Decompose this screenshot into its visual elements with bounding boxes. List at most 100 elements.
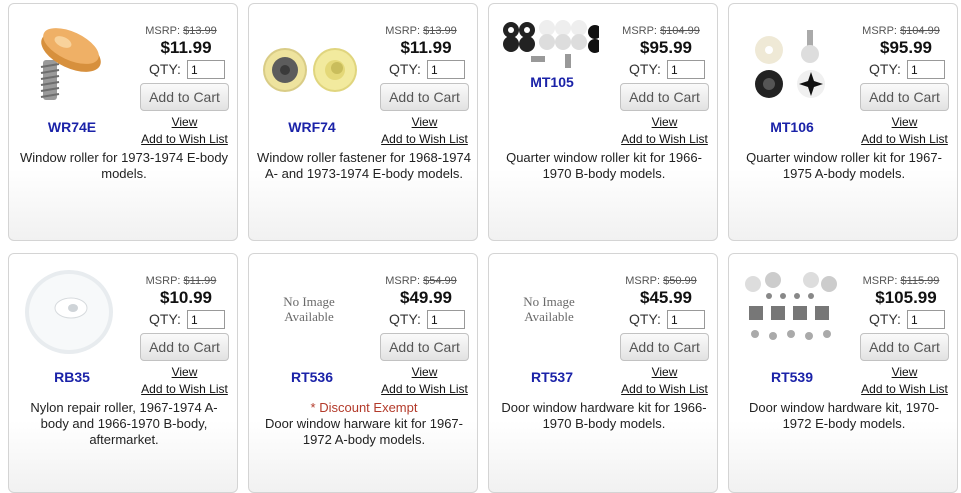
- qty-label: QTY:: [869, 61, 901, 77]
- price: $11.99: [160, 38, 212, 57]
- msrp-value: $104.99: [900, 25, 940, 37]
- product-description: Door window hardware kit, 1970-1972 E-bo…: [748, 400, 940, 431]
- msrp-value: $50.99: [663, 275, 697, 287]
- product-image[interactable]: No Image Available: [499, 262, 599, 362]
- product-card: No Image Available RT536 MSRP: $54.99 $4…: [248, 253, 478, 493]
- price: $95.99: [880, 38, 932, 57]
- product-sku-link[interactable]: RT536: [253, 369, 371, 385]
- product-card: WR74E MSRP: $13.99 $11.99 QTY: Add to Ca…: [8, 3, 238, 241]
- product-sku-link[interactable]: RB35: [13, 369, 131, 385]
- product-image[interactable]: [499, 10, 602, 72]
- view-link[interactable]: View: [860, 115, 949, 129]
- view-link[interactable]: View: [860, 365, 949, 379]
- add-to-cart-button[interactable]: Add to Cart: [380, 83, 469, 111]
- add-to-wish-list-link[interactable]: Add to Wish List: [612, 382, 717, 396]
- product-card: MT106 MSRP: $104.99 $95.99 QTY: Add to C…: [728, 3, 958, 241]
- qty-input[interactable]: [427, 310, 465, 329]
- qty-label: QTY:: [629, 61, 661, 77]
- nylon-roller-icon: [25, 270, 113, 354]
- add-to-cart-button[interactable]: Add to Cart: [140, 83, 229, 111]
- qty-input[interactable]: [907, 60, 945, 79]
- product-image[interactable]: No Image Available: [259, 262, 359, 362]
- add-to-cart-button[interactable]: Add to Cart: [140, 333, 229, 361]
- view-link[interactable]: View: [620, 365, 709, 379]
- msrp: MSRP: $104.99: [622, 25, 700, 37]
- product-sku-link[interactable]: WR74E: [13, 119, 131, 135]
- msrp: MSRP: $13.99: [145, 25, 217, 37]
- product-card: RT539 MSRP: $115.99 $105.99 QTY: Add to …: [728, 253, 958, 493]
- product-sku-link[interactable]: RT537: [493, 369, 611, 385]
- msrp: MSRP: $115.99: [862, 275, 940, 287]
- product-description: Quarter window roller kit for 1967-1975 …: [746, 150, 942, 181]
- add-to-cart-button[interactable]: Add to Cart: [860, 333, 949, 361]
- no-image-placeholder: No Image Available: [523, 294, 575, 324]
- product-card: MT105 MSRP: $104.99 $95.99 QTY: Add to C…: [488, 3, 718, 241]
- add-to-wish-list-link[interactable]: Add to Wish List: [132, 132, 237, 146]
- product-image[interactable]: [19, 262, 119, 362]
- msrp: MSRP: $54.99: [385, 275, 457, 287]
- product-description: Nylon repair roller, 1967-1974 A-body an…: [30, 400, 218, 447]
- product-image[interactable]: [739, 262, 839, 362]
- product-sku-link[interactable]: MT105: [493, 74, 611, 90]
- product-card: WRF74 MSRP: $13.99 $11.99 QTY: Add to Ca…: [248, 3, 478, 241]
- msrp: MSRP: $13.99: [385, 25, 457, 37]
- msrp: MSRP: $50.99: [625, 275, 697, 287]
- add-to-wish-list-link[interactable]: Add to Wish List: [132, 382, 237, 396]
- qty-label: QTY:: [149, 61, 181, 77]
- product-image[interactable]: [259, 12, 359, 112]
- price: $11.99: [400, 38, 452, 57]
- roller-icon: [40, 28, 101, 100]
- qty-input[interactable]: [667, 310, 705, 329]
- product-card: RB35 MSRP: $11.99 $10.99 QTY: Add to Car…: [8, 253, 238, 493]
- add-to-wish-list-link[interactable]: Add to Wish List: [372, 382, 477, 396]
- qty-label: QTY:: [389, 311, 421, 327]
- add-to-wish-list-link[interactable]: Add to Wish List: [852, 382, 957, 396]
- view-link[interactable]: View: [620, 115, 709, 129]
- add-to-wish-list-link[interactable]: Add to Wish List: [612, 132, 717, 146]
- product-card: No Image Available RT537 MSRP: $50.99 $4…: [488, 253, 718, 493]
- product-description: Door window harware kit for 1967-1972 A-…: [265, 416, 463, 447]
- product-description: Door window hardware kit for 1966-1970 B…: [501, 400, 707, 431]
- qty-label: QTY:: [389, 61, 421, 77]
- qty-input[interactable]: [427, 60, 465, 79]
- view-link[interactable]: View: [140, 115, 229, 129]
- kit-icon: [755, 30, 825, 98]
- product-grid: WR74E MSRP: $13.99 $11.99 QTY: Add to Ca…: [0, 0, 961, 493]
- product-sku-link[interactable]: WRF74: [253, 119, 371, 135]
- price: $45.99: [640, 288, 692, 307]
- qty-input[interactable]: [187, 310, 225, 329]
- add-to-cart-button[interactable]: Add to Cart: [620, 83, 709, 111]
- product-sku-link[interactable]: RT539: [733, 369, 851, 385]
- qty-input[interactable]: [667, 60, 705, 79]
- fastener-icon: [263, 48, 357, 92]
- add-to-cart-button[interactable]: Add to Cart: [380, 333, 469, 361]
- qty-input[interactable]: [187, 60, 225, 79]
- add-to-wish-list-link[interactable]: Add to Wish List: [372, 132, 477, 146]
- qty-input[interactable]: [907, 310, 945, 329]
- price: $105.99: [875, 288, 937, 307]
- msrp-value: $104.99: [660, 25, 700, 37]
- product-description: Quarter window roller kit for 1966-1970 …: [506, 150, 702, 181]
- add-to-wish-list-link[interactable]: Add to Wish List: [852, 132, 957, 146]
- product-image[interactable]: [19, 12, 119, 112]
- msrp: MSRP: $104.99: [862, 25, 940, 37]
- no-image-placeholder: No Image Available: [283, 294, 335, 324]
- msrp: MSRP: $11.99: [145, 275, 217, 287]
- msrp-value: $13.99: [183, 25, 217, 37]
- add-to-cart-button[interactable]: Add to Cart: [620, 333, 709, 361]
- qty-label: QTY:: [629, 311, 661, 327]
- price: $95.99: [640, 38, 692, 57]
- product-description: Window roller fastener for 1968-1974 A- …: [257, 150, 471, 181]
- product-sku-link[interactable]: MT106: [733, 119, 851, 135]
- add-to-cart-button[interactable]: Add to Cart: [860, 83, 949, 111]
- view-link[interactable]: View: [140, 365, 229, 379]
- view-link[interactable]: View: [380, 115, 469, 129]
- kit-icon: [503, 20, 602, 68]
- discount-exempt-note: * Discount Exempt: [310, 400, 418, 415]
- product-image[interactable]: [739, 12, 839, 112]
- msrp-value: $13.99: [423, 25, 457, 37]
- view-link[interactable]: View: [380, 365, 469, 379]
- msrp-value: $11.99: [183, 275, 217, 287]
- msrp-value: $54.99: [423, 275, 457, 287]
- qty-label: QTY:: [869, 311, 901, 327]
